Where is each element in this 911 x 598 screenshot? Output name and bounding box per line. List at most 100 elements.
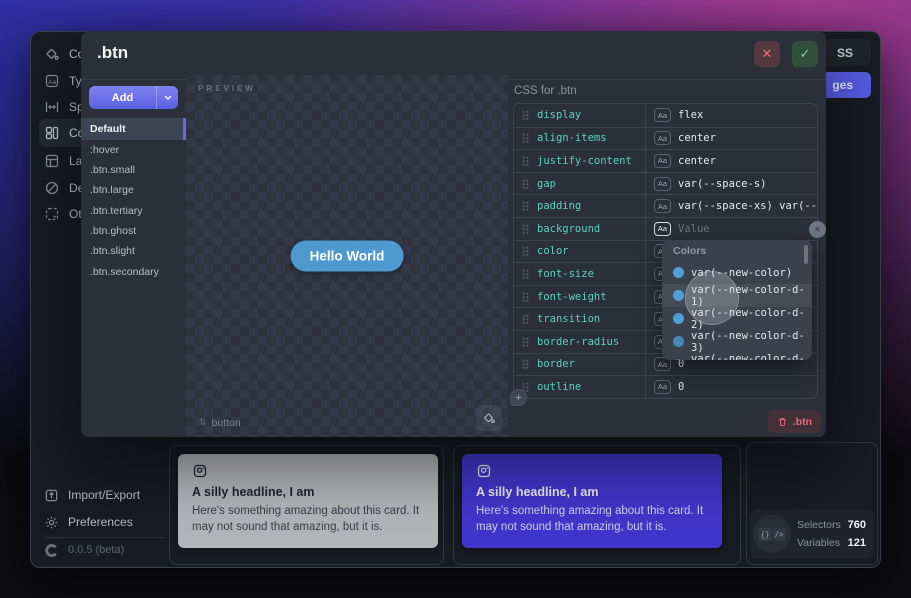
sidebar-item-preferences[interactable]: Preferences <box>39 510 189 534</box>
stat-row-variables: Variables 121 <box>797 535 866 551</box>
add-property-button[interactable]: + <box>510 389 527 406</box>
preview-element-name: button <box>212 417 241 429</box>
card-body: Here's something amazing about this card… <box>192 504 424 535</box>
drag-handle-icon[interactable] <box>522 179 529 189</box>
value-type-badge[interactable]: Aa <box>654 222 671 236</box>
paint-bucket-icon <box>482 411 496 425</box>
clear-icon: ✕ <box>814 225 821 234</box>
css-property-name: color <box>537 245 569 257</box>
clear-value-button[interactable]: ✕ <box>809 221 826 238</box>
drag-handle-icon[interactable] <box>522 359 529 369</box>
css-property-value[interactable]: 0 <box>678 358 684 370</box>
css-property-name: align-items <box>537 132 607 144</box>
dropdown-item[interactable]: var(--new-color-d-4) <box>662 353 812 360</box>
value-type-badge[interactable]: Aa <box>654 177 671 191</box>
add-button[interactable]: Add <box>89 86 157 109</box>
card-image-icon <box>476 463 492 479</box>
value-type-badge[interactable]: Aa <box>654 380 671 394</box>
selector-label: .btn.slight <box>90 245 135 257</box>
sidebar-item-import-export[interactable]: Import/Export <box>39 483 189 507</box>
css-property-value[interactable]: var(--space-xs) var(--space-m <box>678 200 817 212</box>
cancel-button[interactable]: ✕ <box>754 41 780 67</box>
delete-selector-button[interactable]: .btn <box>768 410 821 433</box>
braces-glyph: {} <box>758 528 771 541</box>
slash-glyph: /> <box>773 528 786 541</box>
drag-handle-icon[interactable] <box>522 156 529 166</box>
color-swatch <box>673 359 684 360</box>
add-selector-split-button[interactable]: Add <box>89 86 178 109</box>
css-row-padding[interactable]: padding Aavar(--space-xs) var(--space-m <box>514 194 817 217</box>
css-row-justify-content[interactable]: justify-content Aa center <box>514 149 817 172</box>
drag-handle-icon[interactable] <box>522 269 529 279</box>
css-property-value[interactable]: center <box>678 155 716 167</box>
svg-text:Aa: Aa <box>48 79 56 86</box>
stat-label: Selectors <box>797 519 841 531</box>
drag-handle-icon[interactable] <box>522 337 529 347</box>
selector-item-btn-tertiary[interactable]: .btn.tertiary <box>81 201 186 221</box>
dropdown-scrollbar[interactable] <box>804 245 808 264</box>
chevron-down-icon <box>164 95 172 100</box>
selector-label: .btn.secondary <box>90 266 159 278</box>
css-property-value[interactable]: flex <box>678 109 703 121</box>
css-property-value[interactable]: 0 <box>678 381 684 393</box>
card-headline: A silly headline, I am <box>476 485 708 499</box>
drag-handle-icon[interactable] <box>522 224 529 234</box>
css-property-name: border-radius <box>537 336 619 348</box>
drag-handle-icon[interactable] <box>522 314 529 324</box>
design-icon <box>44 180 60 196</box>
preview-element-select[interactable]: ⇅ button <box>199 417 241 429</box>
css-row-display[interactable]: display Aaflex <box>514 104 817 127</box>
card-headline: A silly headline, I am <box>192 485 424 499</box>
css-property-name: outline <box>537 381 581 393</box>
css-value-input-placeholder[interactable]: Value <box>678 223 710 235</box>
selector-item-btn-small[interactable]: .btn.small <box>81 160 186 180</box>
value-type-badge[interactable]: Aa <box>654 108 671 122</box>
color-swatch <box>673 290 684 301</box>
css-property-name: display <box>537 109 581 121</box>
stats-container: {} /> Selectors 760 Variables 121 <box>746 442 878 565</box>
css-property-value[interactable]: center <box>678 132 716 144</box>
css-property-name: justify-content <box>537 155 632 167</box>
drag-handle-icon[interactable] <box>522 110 529 120</box>
drag-handle-icon[interactable] <box>522 292 529 302</box>
import-export-icon <box>44 488 59 503</box>
selector-item-btn-ghost[interactable]: .btn.ghost <box>81 221 186 241</box>
selector-label: .btn.tertiary <box>90 205 143 217</box>
card-container: A silly headline, I am Here's something … <box>453 445 741 565</box>
selector-item-default[interactable]: Default <box>81 118 186 140</box>
add-dropdown-toggle[interactable] <box>157 86 178 109</box>
preview-background-button[interactable] <box>476 405 502 431</box>
drag-handle-icon[interactable] <box>522 133 529 143</box>
dropdown-item-label: var(--new-color-d-4) <box>691 353 812 361</box>
sidebar-footer-label: Import/Export <box>68 488 140 502</box>
dropdown-item[interactable]: var(--new-color) <box>662 261 812 284</box>
selector-item-btn-slight[interactable]: .btn.slight <box>81 241 186 261</box>
value-type-badge[interactable]: Aa <box>654 154 671 168</box>
drag-handle-icon[interactable] <box>522 201 529 211</box>
css-row-align-items[interactable]: align-items Aa center <box>514 127 817 150</box>
app-logo-icon <box>44 543 59 558</box>
selector-item-hover[interactable]: :hover <box>81 140 186 160</box>
preview-button[interactable]: Hello World <box>291 241 404 272</box>
value-type-badge[interactable]: Aa <box>654 131 671 145</box>
css-row-background[interactable]: background AaValue ✕ <box>514 217 817 240</box>
palette-icon <box>44 46 60 62</box>
css-property-value[interactable]: var(--space-s) <box>678 178 767 190</box>
check-icon: ✓ <box>800 47 811 62</box>
stat-row-selectors: Selectors 760 <box>797 517 866 533</box>
color-swatch <box>673 313 684 324</box>
stats-panel: {} /> Selectors 760 Variables 121 <box>750 509 874 559</box>
css-row-outline[interactable]: outline Aa 0 <box>514 375 817 398</box>
confirm-button[interactable]: ✓ <box>792 41 818 67</box>
value-type-badge[interactable]: Aa <box>654 199 671 213</box>
preview-label: PREVIEW <box>198 84 256 93</box>
drag-handle-icon[interactable] <box>522 246 529 256</box>
selector-item-btn-secondary[interactable]: .btn.secondary <box>81 262 186 282</box>
selector-label: .btn.ghost <box>90 225 136 237</box>
dropdown-item[interactable]: var(--new-color-d-2) <box>662 307 812 330</box>
dropdown-item[interactable]: var(--new-color-d-3) <box>662 330 812 353</box>
spacing-icon <box>44 99 60 115</box>
css-row-gap[interactable]: gap Aavar(--space-s) <box>514 172 817 195</box>
selector-item-btn-large[interactable]: .btn.large <box>81 180 186 200</box>
close-icon: ✕ <box>762 47 773 62</box>
